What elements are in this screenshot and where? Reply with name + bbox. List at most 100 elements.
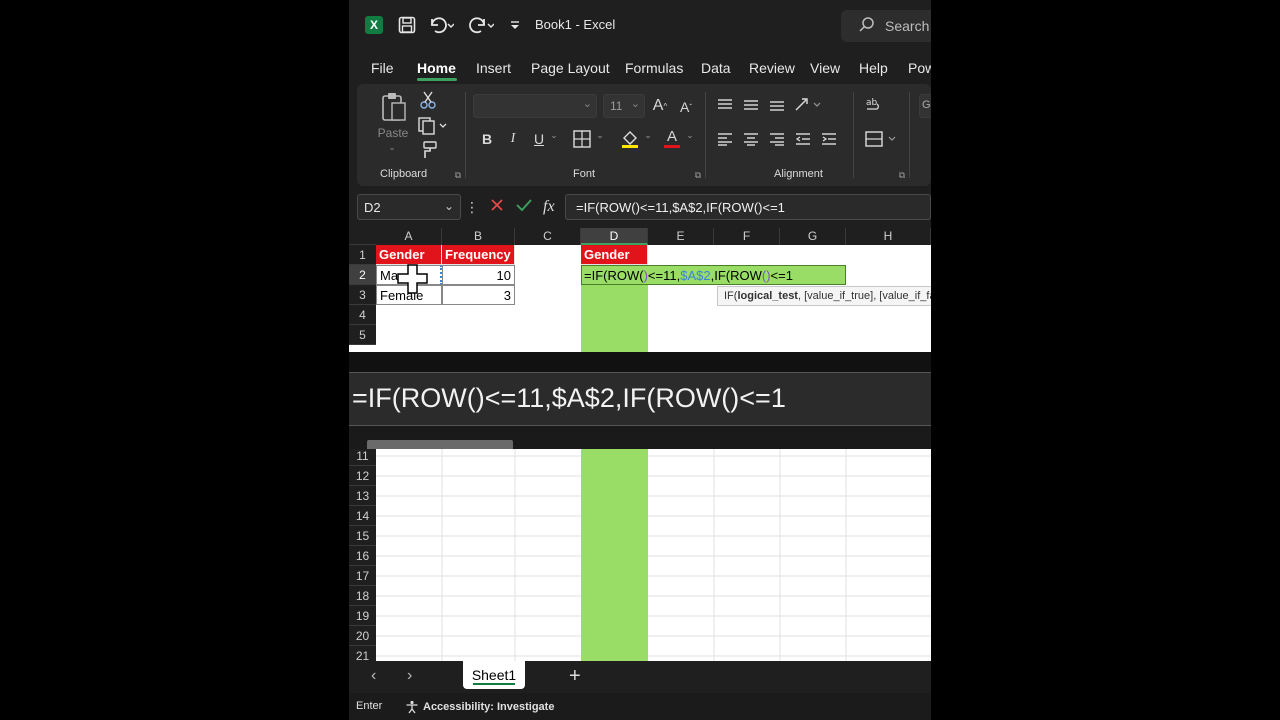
row-header-20[interactable]: 20 [349,626,376,646]
increase-font-icon[interactable]: A ^ [649,94,671,118]
more-options-icon[interactable]: ⋮ [465,198,479,216]
row-header-13[interactable]: 13 [349,486,376,506]
function-tooltip[interactable]: IF(logical_test, [value_if_true], [value… [717,286,931,306]
align-top-icon[interactable] [715,96,735,114]
font-size-select[interactable]: 11 ⌄ [603,94,645,118]
copy-icon[interactable] [415,116,451,136]
font-launcher-icon[interactable]: ⧉ [693,170,703,181]
tab-insert[interactable]: Insert [476,60,511,76]
cell-b3[interactable]: 3 [442,285,515,305]
undo-icon[interactable] [427,14,455,36]
align-bottom-icon[interactable] [767,96,787,114]
font-color-icon[interactable]: A [661,126,683,150]
worksheet-grid-top[interactable]: A B C D E F G H 1 2 3 4 5 Gender Frequen… [349,228,931,352]
column-header-g[interactable]: G [780,228,846,245]
increase-indent-icon[interactable] [819,130,839,148]
save-icon[interactable] [397,14,417,36]
number-format-select[interactable]: Ge [919,94,931,118]
chevron-right-icon[interactable]: › [407,667,412,685]
row-header-5[interactable]: 5 [349,325,376,345]
align-middle-icon[interactable] [741,96,761,114]
paste-dropdown-icon[interactable]: ⌄ [385,142,399,153]
active-tab-indicator [417,78,457,81]
align-right-icon[interactable] [767,130,787,148]
cell-b2[interactable]: 10 [442,265,515,285]
column-header-h[interactable]: H [846,228,931,245]
row-header-17[interactable]: 17 [349,566,376,586]
row-header-15[interactable]: 15 [349,526,376,546]
cell-a1[interactable]: Gender [376,245,442,265]
enter-check-icon[interactable] [515,197,533,218]
column-header-a[interactable]: A [376,228,442,245]
sheet-tab-sheet1[interactable]: Sheet1 [463,661,525,689]
redo-icon[interactable] [467,14,495,36]
column-header-e[interactable]: E [648,228,714,245]
fill-color-dropdown-icon[interactable]: ⌄ [643,130,653,141]
name-box-value: D2 [364,200,381,215]
tab-data[interactable]: Data [701,60,731,76]
font-name-select[interactable]: ⌄ [473,94,597,118]
search-box[interactable]: Search [841,10,931,42]
row-header-21[interactable]: 21 [349,646,376,661]
paste-icon[interactable] [379,90,409,124]
chevron-down-icon[interactable]: ⌄ [444,199,454,213]
cut-icon[interactable] [417,90,439,110]
borders-icon[interactable] [571,128,593,150]
italic-icon[interactable]: I [503,128,523,150]
alignment-launcher-icon[interactable]: ⧉ [897,170,907,181]
row-header-14[interactable]: 14 [349,506,376,526]
tab-review[interactable]: Review [749,60,795,76]
wrap-text-icon[interactable]: ab [863,94,885,116]
font-color-dropdown-icon[interactable]: ⌄ [685,130,695,141]
cursor-cross-icon [397,264,429,299]
tab-power[interactable]: Pow [908,60,931,76]
customize-qat-icon[interactable] [507,16,523,34]
accessibility-status[interactable]: Accessibility: Investigate [405,700,554,714]
chevron-left-icon[interactable]: ‹ [371,667,376,685]
add-sheet-icon[interactable]: + [569,665,581,688]
row-header-16[interactable]: 16 [349,546,376,566]
cancel-icon[interactable] [489,197,505,218]
underline-icon[interactable]: U [529,128,549,150]
cell-d2-editing[interactable]: =IF(ROW()<=11,$A$2,IF(ROW()<=1 [581,265,846,285]
row-header-4[interactable]: 4 [349,305,376,325]
row-header-12[interactable]: 12 [349,466,376,486]
select-all-corner[interactable] [349,228,376,245]
name-box[interactable]: D2 ⌄ [357,194,461,220]
cell-b1[interactable]: Frequency [442,245,515,265]
insert-function-icon[interactable]: fx [543,198,555,216]
tab-formulas[interactable]: Formulas [625,60,683,76]
tab-home[interactable]: Home [417,60,456,76]
format-painter-icon[interactable] [417,140,439,160]
column-header-c[interactable]: C [515,228,581,245]
row-header-1[interactable]: 1 [349,245,376,265]
clipboard-launcher-icon[interactable]: ⧉ [453,170,463,181]
formula-input[interactable]: =IF(ROW()<=11,$A$2,IF(ROW()<=1 [565,194,931,220]
decrease-font-icon[interactable]: Aˇ [675,96,697,118]
orientation-icon[interactable] [793,94,823,114]
tab-help[interactable]: Help [859,60,888,76]
font-size-value: 11 [610,99,623,113]
row-header-18[interactable]: 18 [349,586,376,606]
tab-page-layout[interactable]: Page Layout [531,60,610,76]
tab-view[interactable]: View [810,60,840,76]
paste-label[interactable]: Paste [375,126,411,140]
decrease-indent-icon[interactable] [793,130,813,148]
worksheet-grid-bottom[interactable]: 11 12 13 14 15 16 17 18 19 20 21 [349,449,931,661]
bold-icon[interactable]: B [477,128,497,150]
row-header-19[interactable]: 19 [349,606,376,626]
borders-dropdown-icon[interactable]: ⌄ [595,130,605,141]
column-header-d[interactable]: D [581,228,648,245]
underline-dropdown-icon[interactable]: ⌄ [549,130,559,141]
row-header-2[interactable]: 2 [349,265,376,285]
column-header-f[interactable]: F [714,228,780,245]
align-left-icon[interactable] [715,130,735,148]
row-header-11[interactable]: 11 [349,449,376,466]
merge-center-icon[interactable] [863,128,899,150]
fill-color-icon[interactable] [619,128,641,150]
cell-d1[interactable]: Gender [581,245,648,265]
column-header-b[interactable]: B [442,228,515,245]
tab-file[interactable]: File [371,60,394,76]
row-header-3[interactable]: 3 [349,285,376,305]
align-center-icon[interactable] [741,130,761,148]
